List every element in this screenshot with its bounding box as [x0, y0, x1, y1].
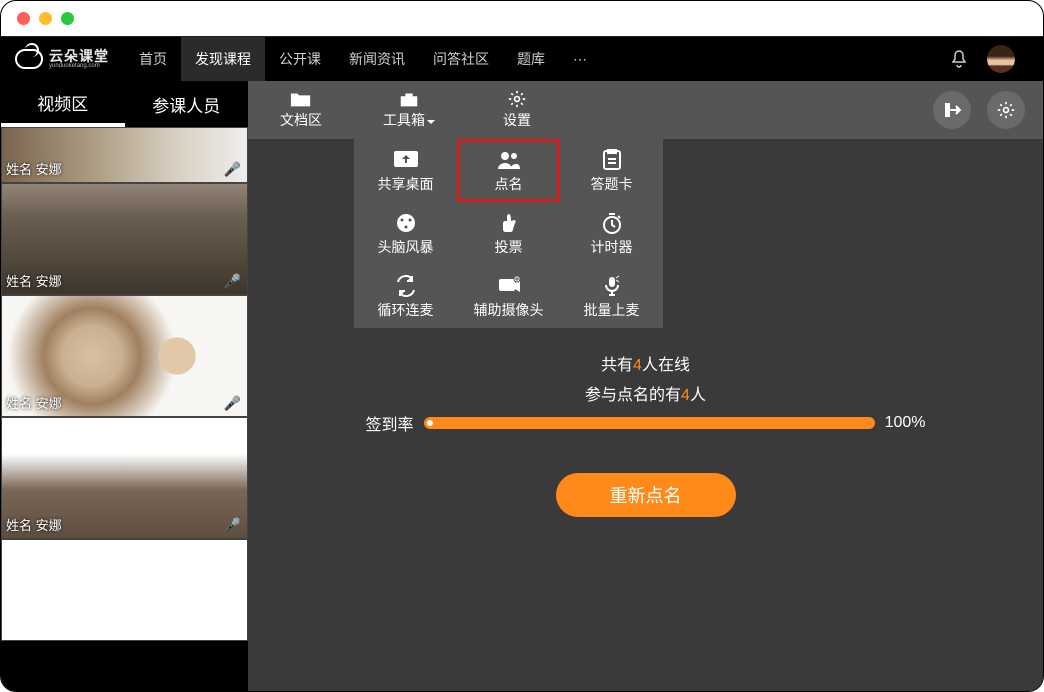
gear-icon	[997, 101, 1015, 119]
thumb-label: 姓名 安娜	[6, 271, 62, 290]
menu-answer-card[interactable]: 答题卡	[560, 139, 663, 202]
nav-bank[interactable]: 题库	[503, 37, 559, 81]
brand-title: 云朵课堂	[49, 49, 109, 63]
thumb-label: 姓名 安娜	[6, 515, 62, 534]
rollcall-stats: 共有4人在线 参与点名的有4人 签到率 100% 重新点名	[366, 351, 926, 517]
mic-on-icon: 🎤	[224, 517, 241, 534]
video-thumb[interactable]: 姓名 安娜 🎤	[1, 417, 248, 539]
menu-label: 答题卡	[591, 174, 633, 194]
avatar[interactable]	[987, 45, 1015, 73]
toolbar-label: 工具箱	[383, 112, 425, 128]
toolbox-icon	[398, 90, 420, 108]
main-area: 文档区 工具箱 设置	[248, 81, 1043, 692]
percent-text: 100%	[885, 414, 926, 432]
joined-line: 参与点名的有4人	[366, 381, 926, 405]
logout-icon	[943, 101, 961, 119]
menu-label: 点名	[495, 174, 523, 194]
window-close-dot[interactable]	[17, 12, 30, 25]
menu-label: 批量上麦	[584, 300, 640, 320]
gear-icon	[506, 90, 528, 108]
chevron-down-icon	[427, 120, 435, 128]
nav-right	[951, 45, 1043, 73]
nav-home[interactable]: 首页	[125, 37, 181, 81]
menu-aux-camera[interactable]: 辅助摄像头	[457, 265, 560, 328]
menu-vote[interactable]: 投票	[457, 202, 560, 265]
toolbar-toolbox[interactable]: 工具箱	[354, 90, 464, 130]
tab-video[interactable]: 视频区	[1, 81, 125, 127]
mic-on-icon: 🎤	[224, 273, 241, 290]
video-thumb[interactable]: 姓名 安娜 🎤	[1, 295, 248, 417]
app-window: 云朵课堂 yunduoketang.com 首页 发现课程 公开课 新闻资讯 问…	[0, 0, 1044, 692]
bell-icon[interactable]	[951, 50, 967, 68]
nav-news[interactable]: 新闻资讯	[335, 37, 419, 81]
sidebar-tabs: 视频区 参课人员	[1, 81, 248, 127]
progress-bar	[424, 417, 875, 429]
window-minimize-dot[interactable]	[39, 12, 52, 25]
left-sidebar: 视频区 参课人员 姓名 安娜 🎤 姓名 安娜 🎤 姓名 安娜 🎤	[1, 81, 248, 692]
menu-label: 辅助摄像头	[474, 300, 544, 320]
redo-rollcall-button[interactable]: 重新点名	[556, 473, 736, 517]
workspace: 视频区 参课人员 姓名 安娜 🎤 姓名 安娜 🎤 姓名 安娜 🎤	[1, 81, 1043, 692]
menu-label: 头脑风暴	[378, 237, 434, 257]
nav-more[interactable]: ⋯	[559, 37, 601, 81]
toolbar-label: 文档区	[280, 110, 322, 130]
timer-icon	[599, 212, 625, 234]
nav-items: 首页 发现课程 公开课 新闻资讯 问答社区 题库 ⋯	[125, 37, 601, 81]
top-nav: 云朵课堂 yunduoketang.com 首页 发现课程 公开课 新闻资讯 问…	[1, 37, 1043, 81]
menu-rollcall[interactable]: 点名	[457, 139, 560, 202]
rate-label: 签到率	[366, 411, 414, 435]
signin-rate-row: 签到率 100%	[366, 411, 926, 435]
rollcall-icon	[496, 149, 522, 171]
toolbox-menu: 共享桌面 点名 答题卡 头脑风暴 投票	[354, 139, 663, 328]
menu-batch-mic[interactable]: 批量上麦	[560, 265, 663, 328]
menu-share-screen[interactable]: 共享桌面	[354, 139, 457, 202]
window-zoom-dot[interactable]	[61, 12, 74, 25]
mic-on-icon: 🎤	[224, 395, 241, 412]
menu-label: 投票	[495, 237, 523, 257]
vote-icon	[496, 212, 522, 234]
cloud-icon	[15, 49, 43, 69]
aux-camera-icon	[496, 275, 522, 297]
batch-mic-icon	[599, 275, 625, 297]
answer-card-icon	[599, 149, 625, 171]
video-thumb[interactable]: 姓名 安娜 🎤	[1, 183, 248, 295]
menu-label: 计时器	[591, 237, 633, 257]
video-thumb[interactable]: 姓名 安娜 🎤	[1, 127, 248, 183]
brainstorm-icon	[393, 212, 419, 234]
online-line: 共有4人在线	[366, 351, 926, 375]
video-list: 姓名 安娜 🎤 姓名 安娜 🎤 姓名 安娜 🎤 姓名 安娜 🎤	[1, 127, 248, 692]
toolbar-right	[933, 91, 1043, 129]
menu-timer[interactable]: 计时器	[560, 202, 663, 265]
window-titlebar	[1, 1, 1043, 37]
menu-label: 循环连麦	[378, 300, 434, 320]
menu-brainstorm[interactable]: 头脑风暴	[354, 202, 457, 265]
exit-button[interactable]	[933, 91, 971, 129]
menu-label: 共享桌面	[378, 174, 434, 194]
share-screen-icon	[393, 149, 419, 171]
thumb-label: 姓名 安娜	[6, 393, 62, 412]
folder-icon	[290, 90, 312, 108]
menu-cycle-mic[interactable]: 循环连麦	[354, 265, 457, 328]
main-toolbar: 文档区 工具箱 设置	[248, 81, 1043, 139]
settings-button[interactable]	[987, 91, 1025, 129]
brand-logo[interactable]: 云朵课堂 yunduoketang.com	[1, 49, 125, 69]
cycle-mic-icon	[393, 275, 419, 297]
thumb-label: 姓名 安娜	[6, 159, 62, 178]
video-thumb[interactable]	[1, 539, 248, 641]
toolbar-doc[interactable]: 文档区	[248, 90, 354, 130]
toolbar-label: 设置	[503, 110, 531, 130]
toolbar-settings[interactable]: 设置	[464, 90, 570, 130]
tab-attendees[interactable]: 参课人员	[125, 81, 249, 127]
nav-discover[interactable]: 发现课程	[181, 37, 265, 81]
nav-qa[interactable]: 问答社区	[419, 37, 503, 81]
nav-open-class[interactable]: 公开课	[265, 37, 335, 81]
mic-on-icon: 🎤	[224, 161, 241, 178]
